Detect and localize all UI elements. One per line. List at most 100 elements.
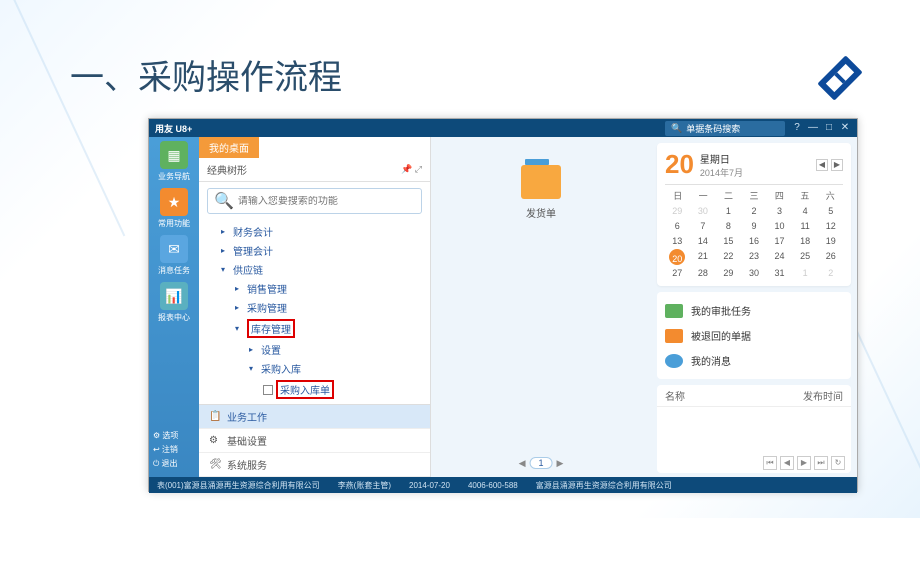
tree-search[interactable]: 🔍 [207,188,422,214]
cal-cell[interactable]: 29 [665,204,690,218]
list-card: 名称 发布时间 ⏮ ◀ ▶ ⏭ ↻ [657,385,851,473]
cal-weekday: 星期日 [700,151,743,166]
options-link[interactable]: ⚙ 选项 [153,429,178,443]
doc-icon [521,165,561,199]
pager: ◀ 1 ▶ [519,457,564,469]
status-phone: 4006-600-588 [468,481,518,490]
rail-messages[interactable]: ✉消息任务 [155,235,193,276]
cal-cell[interactable]: 23 [742,249,767,265]
cal-cell[interactable]: 6 [665,219,690,233]
cal-cell[interactable]: 28 [691,266,716,280]
task-messages[interactable]: 我的消息 [665,348,843,373]
maximize-button[interactable]: □ [823,122,835,134]
cal-cell[interactable]: 13 [665,234,690,248]
page-last[interactable]: ⏭ [814,456,828,470]
cal-cell[interactable]: 19 [818,234,843,248]
tab-business[interactable]: 📋业务工作 [199,405,430,429]
cal-cell[interactable]: 8 [716,219,741,233]
cal-cell[interactable]: 2 [818,266,843,280]
cal-cell[interactable]: 12 [818,219,843,233]
statusbar: 表(001)富源县涌源再生资源综合利用有限公司 李燕(账套主管) 2014-07… [149,477,857,493]
chat-icon [665,354,683,368]
shipment-doc[interactable]: 发货单 [441,165,641,220]
desktop-tab[interactable]: 我的桌面 [199,137,259,158]
cal-cell[interactable]: 11 [793,219,818,233]
center-panel: 发货单 ◀ 1 ▶ [431,137,651,477]
cal-cell[interactable]: 5 [818,204,843,218]
cal-cell[interactable]: 9 [742,219,767,233]
cal-cell[interactable]: 15 [716,234,741,248]
cal-dow-row: 日一二三四五六 [665,189,843,202]
tab-system-service[interactable]: 🛠系统服务 [199,453,430,477]
rail-common[interactable]: ★常用功能 [155,188,193,229]
page-prev[interactable]: ◀ [780,456,794,470]
logout-link[interactable]: ↩ 注销 [153,443,178,457]
tree-leaf-purchase-order[interactable]: 采购入库单 [199,378,430,401]
cal-cell[interactable]: 22 [716,249,741,265]
search-icon: 🔍 [214,191,234,211]
cal-cell[interactable]: 3 [767,204,792,218]
cal-cell[interactable]: 14 [691,234,716,248]
task-rejected[interactable]: 被退回的单据 [665,323,843,348]
cal-cell[interactable]: 31 [767,266,792,280]
cal-cell[interactable]: 10 [767,219,792,233]
cal-cell[interactable]: 27 [665,266,690,280]
gear-icon: ⚙ [209,435,221,447]
cal-cell[interactable]: 29 [716,266,741,280]
tasks-card: 我的审批任务 被退回的单据 我的消息 [657,292,851,379]
cal-cell[interactable]: 1 [716,204,741,218]
cal-cell[interactable]: 30 [691,204,716,218]
search-icon: 🔍 [671,123,682,134]
tree-node-sales[interactable]: ▸销售管理 [199,279,430,298]
cal-cell[interactable]: 20 [669,249,685,265]
cal-cell[interactable]: 24 [767,249,792,265]
tab-basic-setup[interactable]: ⚙基础设置 [199,429,430,453]
help-button[interactable]: ? [791,122,803,134]
tree-node-mgmt-acc[interactable]: ▸管理会计 [199,241,430,260]
page-number: 1 [529,457,552,469]
task-approve[interactable]: 我的审批任务 [665,298,843,323]
cal-cell[interactable]: 7 [691,219,716,233]
pager-next[interactable]: ▶ [557,458,564,469]
close-button[interactable]: ✕ [839,122,851,134]
tree-node-inventory[interactable]: ▾库存管理 [199,317,430,340]
cal-cell[interactable]: 25 [793,249,818,265]
rail-business-nav[interactable]: ▦业务导航 [155,141,193,182]
cal-cell[interactable]: 18 [793,234,818,248]
cal-cell[interactable]: 2 [742,204,767,218]
tree-node-purchase[interactable]: ▸采购管理 [199,298,430,317]
cal-prev[interactable]: ◀ [816,159,828,171]
page-refresh[interactable]: ↻ [831,456,845,470]
page-next[interactable]: ▶ [797,456,811,470]
col-name: 名称 [665,388,803,403]
cal-month: 2014年7月 [700,166,743,179]
cal-cell[interactable]: 16 [742,234,767,248]
cal-cell[interactable]: 21 [691,249,716,265]
tree-node-finance[interactable]: ▸财务会计 [199,222,430,241]
tree-node-settings[interactable]: ▸设置 [199,340,430,359]
tree-node-purchase-in[interactable]: ▾采购入库 [199,359,430,378]
nav-icon: ▦ [160,141,188,169]
service-icon: 🛠 [209,459,221,471]
tree-panel: 我的桌面 经典树形 📌 ⤢ 🔍 ▸财务会计 ▸管理会计 ▾供应链 ▸销售管理 ▸… [199,137,431,477]
cal-grid: 2930123456789101112131415161718192021222… [665,204,843,280]
minimize-button[interactable]: — [807,122,819,134]
barcode-search[interactable]: 🔍 单据条码搜索 [665,121,785,136]
rail-reports[interactable]: 📊报表中心 [155,282,193,323]
cal-cell[interactable]: 17 [767,234,792,248]
cal-cell[interactable]: 30 [742,266,767,280]
page-first[interactable]: ⏮ [763,456,777,470]
reject-icon [665,329,683,343]
pager-prev[interactable]: ◀ [519,458,526,469]
search-placeholder: 单据条码搜索 [686,122,740,135]
tree-node-supply-chain[interactable]: ▾供应链 [199,260,430,279]
brand-logo [810,48,870,108]
cal-cell[interactable]: 26 [818,249,843,265]
cal-next[interactable]: ▶ [831,159,843,171]
cal-cell[interactable]: 4 [793,204,818,218]
tree-search-input[interactable] [238,196,415,207]
pin-icon[interactable]: 📌 ⤢ [401,164,422,175]
exit-link[interactable]: ⏻ 退出 [153,457,178,471]
decor-line [0,0,125,236]
cal-cell[interactable]: 1 [793,266,818,280]
